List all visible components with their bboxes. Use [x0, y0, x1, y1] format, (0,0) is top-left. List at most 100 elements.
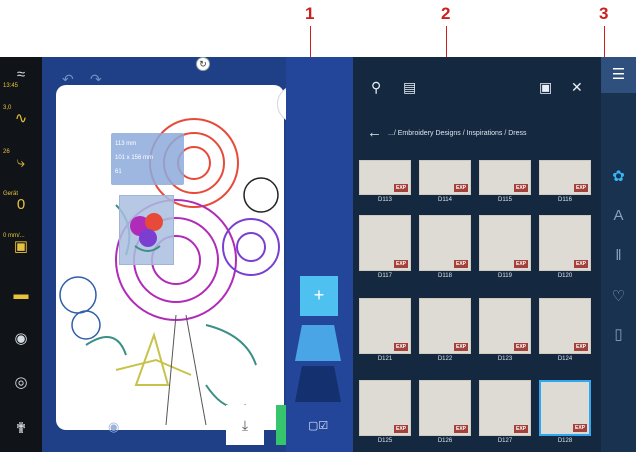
exp-badge: EXP [513, 260, 528, 268]
needle-position-control[interactable]: ◉ [0, 331, 42, 347]
design-tile[interactable]: EXP D122 [419, 298, 471, 362]
embroidery-category-icon[interactable]: ✿ [601, 167, 636, 185]
design-tile[interactable]: EXP D125 [359, 380, 411, 444]
embroidery-canvas-area[interactable]: ↶ ↷ 113 mm 101 x 156 mm 61 ↻ ◉ ⤓ [42, 57, 315, 452]
design-library-panel: ⚲ ▤ ▣ ✕ ← .../ Embroidery Designs / Inspi… [353, 57, 601, 452]
presser-foot-icon: ⤷ [16, 154, 26, 171]
library-toolbar: ⚲ ▤ ▣ ✕ [353, 57, 601, 117]
feed-control[interactable]: ▬ [0, 287, 42, 303]
stitch-control[interactable]: 26 ⤷ [0, 149, 42, 171]
design-thumbnail: EXP [419, 215, 471, 271]
needle-control[interactable]: ✟ [0, 421, 42, 437]
menu-button[interactable]: ☰ [601, 57, 636, 93]
bobbin-icon: 0 [16, 196, 26, 213]
design-tile[interactable]: EXP D124 [539, 298, 591, 362]
rotate-handle[interactable]: ↻ [196, 57, 210, 71]
design-name: D121 [377, 356, 393, 362]
stitch-length-icon: ∿ [14, 110, 28, 127]
design-name: D122 [437, 356, 453, 362]
wifi-icon: ≈ [16, 66, 26, 83]
design-thumbnail: EXP [419, 298, 471, 354]
feed-dog-icon: ▣ [13, 238, 29, 255]
design-name: D117 [378, 273, 392, 279]
info-dimensions: 101 x 156 mm [115, 155, 154, 161]
design-tile[interactable]: EXP D114 [419, 160, 471, 203]
design-tile[interactable]: EXP D115 [479, 160, 531, 203]
exp-badge: EXP [573, 260, 588, 268]
info-other: 61 [115, 169, 122, 175]
design-name: D116 [558, 197, 572, 203]
exp-badge: EXP [573, 184, 588, 192]
design-tile[interactable]: EXP D121 [359, 298, 411, 362]
plus-icon: + [313, 285, 325, 305]
design-thumbnail: EXP [419, 160, 471, 195]
design-name: D123 [497, 356, 513, 362]
design-name: D115 [498, 197, 512, 203]
border-category-icon[interactable]: ‖ [601, 247, 636, 264]
design-thumbnail: EXP [539, 298, 591, 354]
design-name: D114 [438, 197, 452, 203]
breadcrumb-path: .../ Embroidery Designs / Inspirations /… [388, 129, 527, 137]
design-thumbnail: EXP [479, 298, 531, 354]
speed-control[interactable]: 3,0 ∿ [0, 105, 42, 127]
exp-badge: EXP [453, 184, 468, 192]
design-tile[interactable]: EXP D127 [479, 380, 531, 444]
design-thumbnail: EXP [539, 160, 591, 195]
design-tile[interactable]: EXP D113 [359, 160, 411, 203]
design-thumbnail: EXP [479, 380, 531, 436]
expand-icon[interactable]: ▣ [539, 79, 552, 96]
back-arrow-icon[interactable]: ← [367, 124, 382, 141]
presser-control[interactable]: 0 mm/... ▣ [0, 233, 42, 255]
download-button[interactable]: ⤓ [226, 405, 264, 445]
callout-3: 3 [599, 4, 609, 23]
design-name: D128 [557, 438, 573, 444]
feed-icon: ▬ [13, 286, 29, 303]
usb-folder-icon[interactable]: ▤ [403, 79, 416, 96]
exp-badge: EXP [393, 184, 408, 192]
layers-column: + ▢☑ [286, 57, 353, 452]
design-thumbnail: EXP [359, 380, 411, 436]
add-design-button[interactable]: + [300, 276, 338, 316]
design-tile[interactable]: EXP D123 [479, 298, 531, 362]
design-tile[interactable]: EXP D117 [359, 215, 411, 279]
exp-badge: EXP [393, 260, 408, 268]
design-tile[interactable]: EXP D116 [539, 160, 591, 203]
exp-badge: EXP [453, 343, 468, 351]
exp-badge: EXP [513, 425, 528, 433]
design-tile[interactable]: EXP D126 [419, 380, 471, 444]
info-size: 113 mm [115, 141, 137, 147]
selected-design-thumbnail[interactable] [119, 195, 174, 265]
close-icon[interactable]: ✕ [571, 79, 583, 96]
design-tile-selected[interactable]: EXP D128 [539, 380, 591, 444]
embroidery-hoop[interactable]: 113 mm 101 x 156 mm 61 [56, 85, 284, 430]
design-info-panel: 113 mm 101 x 156 mm 61 [111, 133, 184, 185]
usb-category-icon[interactable]: ▯ [601, 325, 636, 343]
design-name: D120 [557, 273, 573, 279]
design-name: D127 [497, 438, 513, 444]
design-tile[interactable]: EXP D119 [479, 215, 531, 279]
layers-toggle-icon[interactable]: ▢☑ [308, 419, 328, 432]
device-screen: ≈ 13:45 3,0 ∿ 26 ⤷ Gerät 0 0 mm/... ▣ ▬ … [0, 57, 636, 452]
exp-badge: EXP [572, 424, 587, 432]
design-name: D113 [378, 197, 392, 203]
layer-thumbnail-2[interactable] [295, 366, 341, 402]
camera-control[interactable]: ◎ [0, 375, 42, 391]
search-icon[interactable]: ⚲ [371, 79, 381, 96]
needle-icon: ✟ [14, 420, 28, 437]
design-tile[interactable]: EXP D118 [419, 215, 471, 279]
exp-badge: EXP [453, 425, 468, 433]
layer-thumbnail-1[interactable] [295, 325, 341, 361]
design-thumbnail: EXP [479, 160, 531, 195]
design-thumbnail: EXP [359, 160, 411, 195]
lettering-category-icon[interactable]: A [601, 207, 636, 224]
design-thumbnail: EXP [539, 380, 591, 436]
favorites-category-icon[interactable]: ♡ [601, 287, 636, 305]
design-thumbnail: EXP [539, 215, 591, 271]
exp-badge: EXP [513, 184, 528, 192]
design-tile[interactable]: EXP D120 [539, 215, 591, 279]
hamburger-icon: ☰ [611, 66, 626, 83]
wifi-status[interactable]: ≈ 13:45 [0, 66, 42, 90]
design-thumbnail: EXP [419, 380, 471, 436]
eye-icon[interactable]: ◉ [108, 419, 119, 435]
thread-tension-control[interactable]: Gerät 0 [0, 191, 42, 213]
